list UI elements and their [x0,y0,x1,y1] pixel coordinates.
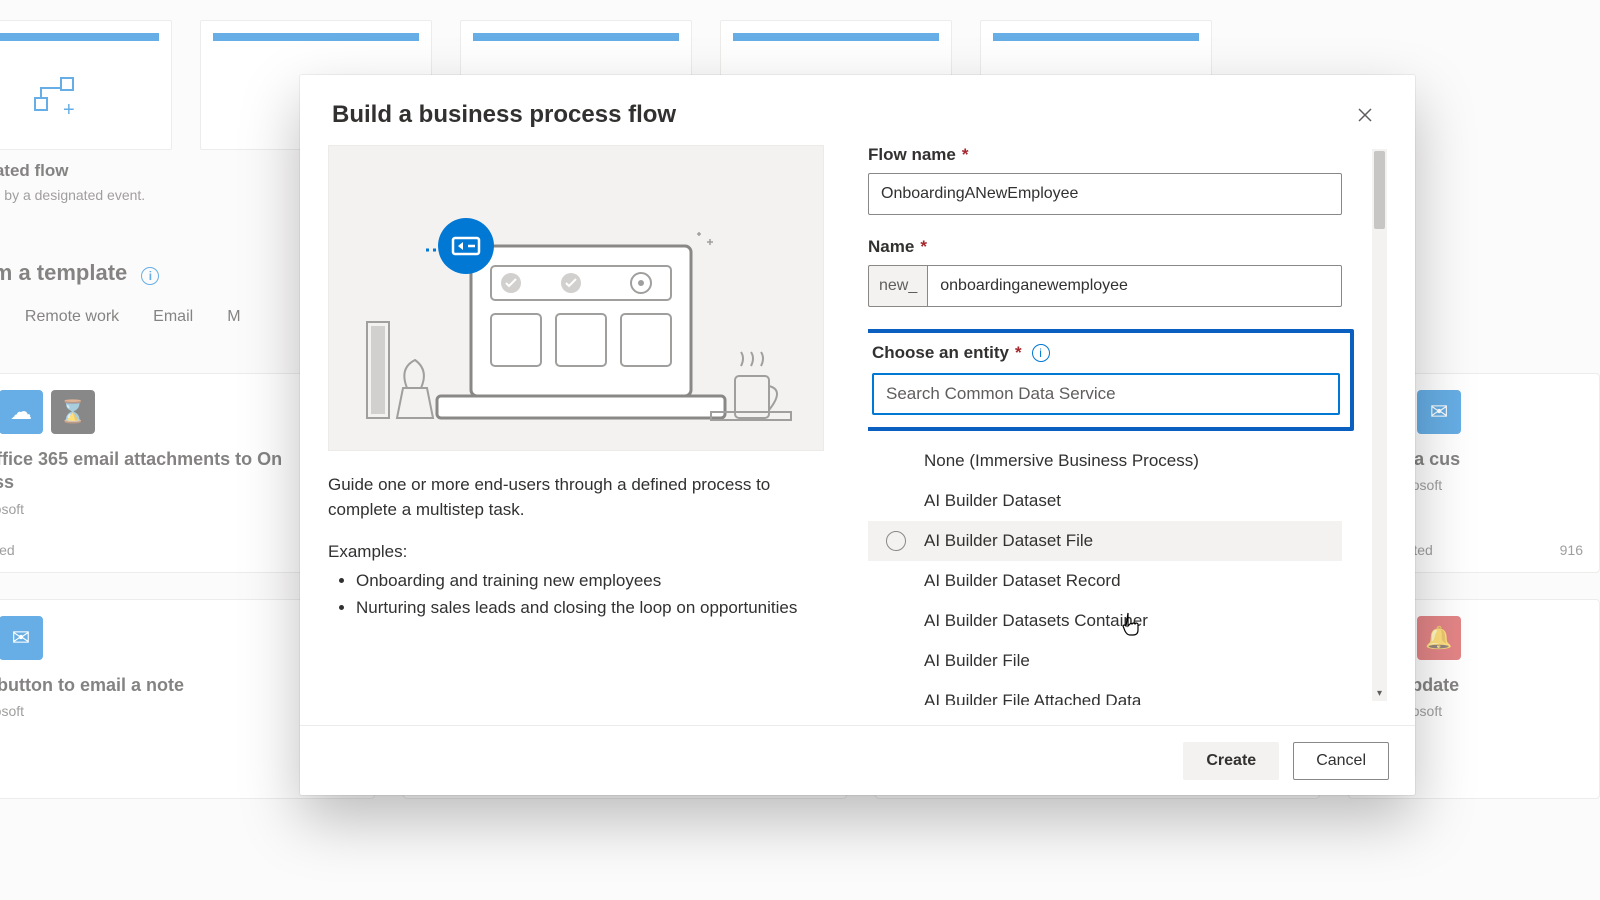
required-indicator: * [962,145,969,165]
close-button[interactable] [1347,97,1383,133]
modal-right-pane: Flow name * Name * new_ [868,145,1387,725]
choose-entity-field: Choose an entity * i None (Immersive Bus… [868,329,1373,705]
entity-option-label: AI Builder File Attached Data [924,691,1141,705]
entity-option[interactable]: AI Builder Datasets Container [868,601,1342,641]
info-icon[interactable]: i [1032,344,1050,362]
name-prefix: new_ [868,265,927,307]
example-item: Onboarding and training new employees [356,568,838,594]
scrollbar-thumb[interactable] [1374,151,1385,229]
entity-option[interactable]: AI Builder Dataset Record [868,561,1342,601]
entity-option[interactable]: AI Builder File [868,641,1342,681]
name-input[interactable] [927,265,1342,307]
entity-option-label: AI Builder Dataset File [924,531,1093,551]
entity-option-label: AI Builder Dataset [924,491,1061,511]
bpf-illustration [328,145,824,451]
modal-left-pane: Guide one or more end-users through a de… [328,145,838,725]
entity-dropdown[interactable]: None (Immersive Business Process) AI Bui… [868,441,1342,705]
create-button[interactable]: Create [1183,742,1279,780]
example-item: Nurturing sales leads and closing the lo… [356,595,838,621]
modal-header: Build a business process flow [300,75,1415,141]
cancel-button[interactable]: Cancel [1293,742,1389,780]
modal-description: Guide one or more end-users through a de… [328,473,838,522]
entity-highlight: Choose an entity * i [868,329,1354,431]
entity-option[interactable]: AI Builder Dataset [868,481,1342,521]
modal-body: Guide one or more end-users through a de… [300,141,1415,725]
entity-option[interactable]: None (Immersive Business Process) [868,441,1342,481]
entity-option-label: AI Builder Datasets Container [924,611,1148,631]
chevron-down-icon[interactable]: ▾ [1372,688,1387,699]
radio-icon [886,531,906,551]
required-indicator: * [920,237,927,257]
modal-title: Build a business process flow [332,101,676,129]
flow-name-field: Flow name * [868,145,1373,215]
entity-label: Choose an entity [872,343,1009,363]
entity-option[interactable]: AI Builder File Attached Data [868,681,1342,705]
close-icon [1357,107,1373,123]
flow-name-label: Flow name [868,145,956,165]
entity-option-label: None (Immersive Business Process) [924,451,1199,471]
entity-option-label: AI Builder Dataset Record [924,571,1121,591]
name-field: Name * new_ [868,237,1373,307]
entity-option[interactable]: AI Builder Dataset File [868,521,1342,561]
examples-label: Examples: [328,542,838,562]
build-bpf-modal: Build a business process flow [300,75,1415,795]
entity-search-input[interactable] [872,373,1340,415]
right-pane-scrollbar[interactable]: ▾ [1372,149,1387,701]
name-label: Name [868,237,914,257]
examples-list: Onboarding and training new employees Nu… [328,568,838,621]
required-indicator: * [1015,343,1022,363]
modal-footer: Create Cancel [300,725,1415,795]
entity-option-label: AI Builder File [924,651,1030,671]
flow-name-input[interactable] [868,173,1342,215]
